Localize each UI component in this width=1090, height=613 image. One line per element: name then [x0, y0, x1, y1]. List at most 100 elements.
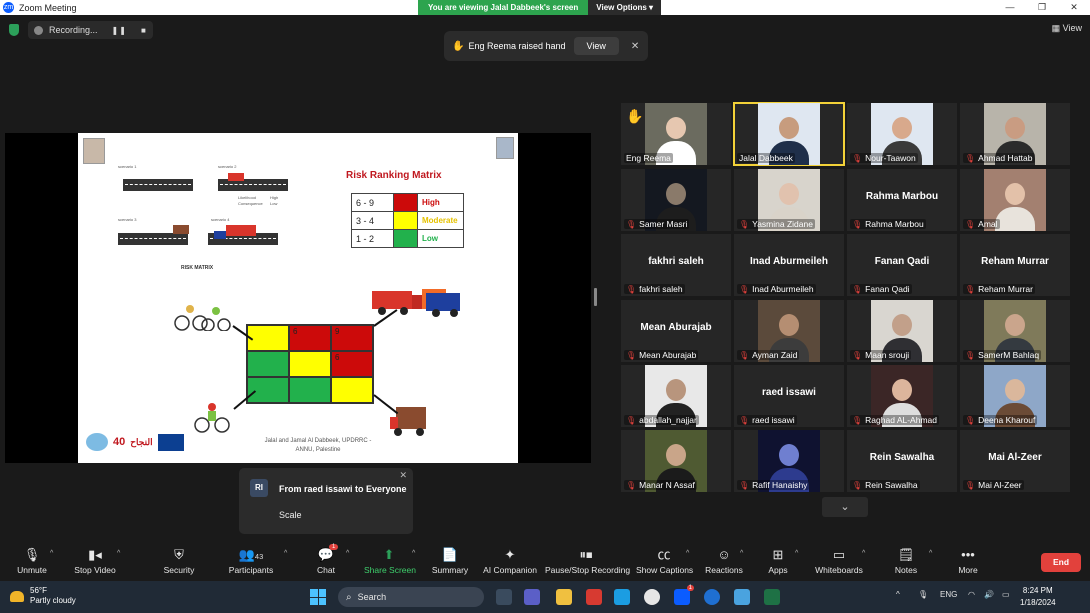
file-explorer-icon[interactable] — [556, 589, 572, 605]
participant-tile[interactable]: 🎙 Deena Kharouf — [960, 365, 1070, 427]
stop-recording-icon[interactable]: ■ — [141, 26, 147, 35]
battery-icon[interactable]: ▭ — [1002, 590, 1010, 599]
microphone-tray-icon[interactable]: 🎙 — [918, 590, 928, 599]
excel-icon[interactable] — [764, 589, 780, 605]
participant-tile[interactable]: 🎙 Yasmina Zidane — [734, 169, 844, 231]
gallery-splitter-handle[interactable] — [594, 288, 597, 306]
muted-mic-icon: 🎙 — [739, 415, 750, 425]
chat-preview-popup[interactable]: RI From raed issawi to Everyone Scale ✕ — [239, 468, 413, 534]
app-icon[interactable] — [734, 589, 750, 605]
eu-flag-logo — [157, 433, 184, 451]
participant-tile[interactable]: Rein Sawalha 🎙 Rein Sawalha — [847, 430, 957, 492]
reactions-options-caret[interactable]: ^ — [740, 550, 743, 557]
pause-stop-recording-button[interactable]: ⏸⏹ Pause/Stop Recording — [545, 547, 630, 575]
summary-button[interactable]: 📄 Summary — [430, 547, 470, 575]
chat-options-caret[interactable]: ^ — [346, 550, 349, 557]
ai-companion-button[interactable]: ✦ AI Companion — [482, 547, 538, 575]
share-screen-button[interactable]: ⬆ Share Screen — [364, 547, 416, 575]
app-icon[interactable] — [704, 589, 720, 605]
participant-tile[interactable]: 🎙 Maan srouji — [847, 300, 957, 362]
encryption-shield-icon[interactable] — [9, 24, 19, 36]
unmute-button[interactable]: 🎙 Unmute — [14, 547, 50, 575]
show-captions-button[interactable]: ㏄ Show Captions — [636, 547, 693, 575]
summary-doc-icon: 📄 — [441, 547, 459, 562]
participant-tile[interactable]: 🎙 Amal — [960, 169, 1070, 231]
chat-button[interactable]: 💬 1 Chat — [312, 544, 340, 575]
share-options-caret[interactable]: ^ — [412, 550, 415, 557]
participants-label: Participants — [228, 565, 274, 575]
security-button[interactable]: ⛨ Security — [160, 547, 198, 575]
captions-options-caret[interactable]: ^ — [686, 550, 689, 557]
participant-tile[interactable]: Inad Aburmeileh 🎙 Inad Aburmeileh — [734, 234, 844, 296]
wifi-icon[interactable]: ◠ — [968, 590, 975, 599]
participant-tile[interactable]: 🎙 abdallah_najjar — [621, 365, 731, 427]
participant-tile[interactable]: Fanan Qadi 🎙 Fanan Qadi — [847, 234, 957, 296]
apps-button[interactable]: ⊞ Apps — [764, 547, 792, 575]
zoom-taskbar-icon[interactable]: 1 — [674, 585, 694, 605]
participant-name-tag: 🎙 Raghad AL-Ahmad — [850, 415, 939, 425]
participant-tile[interactable]: 🎙 SamerM Bahlaq — [960, 300, 1070, 362]
participant-name-tag: 🎙 fakhri saleh — [624, 284, 685, 294]
input-language[interactable]: ENG — [940, 590, 957, 599]
more-button[interactable]: ••• More — [954, 547, 982, 575]
participant-tile[interactable]: Rahma Marbou 🎙 Rahma Marbou — [847, 169, 957, 231]
participant-tile[interactable]: 🎙 Raghad AL-Ahmad — [847, 365, 957, 427]
participants-options-caret[interactable]: ^ — [284, 550, 287, 557]
chat-message: Scale — [279, 510, 302, 520]
pause-recording-icon[interactable]: ❚❚ — [112, 26, 127, 35]
participant-tile[interactable]: 🎙 Manar N Assaf — [621, 430, 731, 492]
ranking-swatch — [393, 193, 418, 212]
raised-hand-view-button[interactable]: View — [573, 37, 619, 55]
notes-button[interactable]: 🗒 Notes — [892, 547, 920, 575]
maximize-icon[interactable]: ❐ — [1026, 0, 1058, 15]
whiteboards-options-caret[interactable]: ^ — [862, 550, 865, 557]
notes-options-caret[interactable]: ^ — [929, 550, 932, 557]
windows-start-icon[interactable] — [310, 589, 326, 605]
participant-tile[interactable]: 🎙 Ayman Zaid — [734, 300, 844, 362]
whiteboards-label: Whiteboards — [815, 565, 863, 575]
more-dots-icon: ••• — [961, 547, 975, 562]
participant-tile[interactable]: 🎙 Ahmad Hattab — [960, 103, 1070, 165]
close-chat-preview-icon[interactable]: ✕ — [399, 470, 407, 481]
participant-tile[interactable]: Mai Al-Zeer 🎙 Mai Al-Zeer — [960, 430, 1070, 492]
chrome-icon[interactable] — [644, 589, 660, 605]
participant-tile[interactable]: 🎙 Samer Masri — [621, 169, 731, 231]
participant-tile[interactable]: 🎙 Nour-Taawon — [847, 103, 957, 165]
view-options-button[interactable]: View Options ▾ — [588, 0, 662, 15]
taskbar-search-box[interactable]: ⌕ Search — [338, 587, 484, 607]
reactions-button[interactable]: ☺ Reactions — [704, 547, 744, 575]
apps-options-caret[interactable]: ^ — [795, 550, 798, 557]
participant-tile[interactable]: Mean Aburajab 🎙 Mean Aburajab — [621, 300, 731, 362]
media-app-icon[interactable] — [586, 589, 602, 605]
weather-widget[interactable]: 56°F Partly cloudy — [10, 586, 76, 606]
participant-tile[interactable]: fakhri saleh 🎙 fakhri saleh — [621, 234, 731, 296]
scenario-cyclist-icon — [228, 173, 244, 181]
show-hidden-icons-icon[interactable]: ^ — [896, 590, 900, 599]
view-menu-button[interactable]: ▦ View — [1052, 23, 1082, 34]
edge-icon[interactable] — [614, 589, 630, 605]
close-notification-icon[interactable]: ✕ — [631, 41, 639, 52]
taskbar-clock[interactable]: 8:24 PM 1/18/2024 — [1020, 585, 1056, 609]
close-icon[interactable]: ✕ — [1058, 0, 1090, 15]
participants-button[interactable]: 👥43 Participants — [228, 547, 274, 575]
end-meeting-button[interactable]: End — [1041, 553, 1081, 572]
participant-tile[interactable]: raed issawi 🎙 raed issawi — [734, 365, 844, 427]
stop-video-button[interactable]: ▮◂ Stop Video — [72, 547, 118, 575]
volume-icon[interactable]: 🔊 — [984, 590, 994, 599]
participant-tile[interactable]: Jalal Dabbeek — [733, 102, 845, 166]
gallery-next-page-button[interactable]: ⌄ — [822, 497, 868, 517]
teams-icon[interactable] — [524, 589, 540, 605]
participant-tile[interactable]: Reham Murrar 🎙 Reham Murrar — [960, 234, 1070, 296]
participant-name-tag: 🎙 Mai Al-Zeer — [963, 480, 1024, 490]
whiteboards-button[interactable]: ▭ Whiteboards — [814, 547, 864, 575]
audio-options-caret[interactable]: ^ — [50, 550, 53, 557]
minimize-icon[interactable]: — — [994, 0, 1026, 15]
viewing-banner-text: You are viewing Jalal Dabbeek's screen — [418, 0, 589, 15]
participant-name-tag: 🎙 abdallah_najjar — [624, 415, 699, 425]
participant-tile[interactable]: 🎙 Rafif Hanaishy — [734, 430, 844, 492]
participant-name: Maan srouji — [865, 350, 910, 360]
task-view-icon[interactable] — [496, 589, 512, 605]
video-options-caret[interactable]: ^ — [117, 550, 120, 557]
recording-label: Recording... — [49, 25, 98, 35]
participant-tile[interactable]: ✋ Eng Reema — [621, 103, 731, 165]
